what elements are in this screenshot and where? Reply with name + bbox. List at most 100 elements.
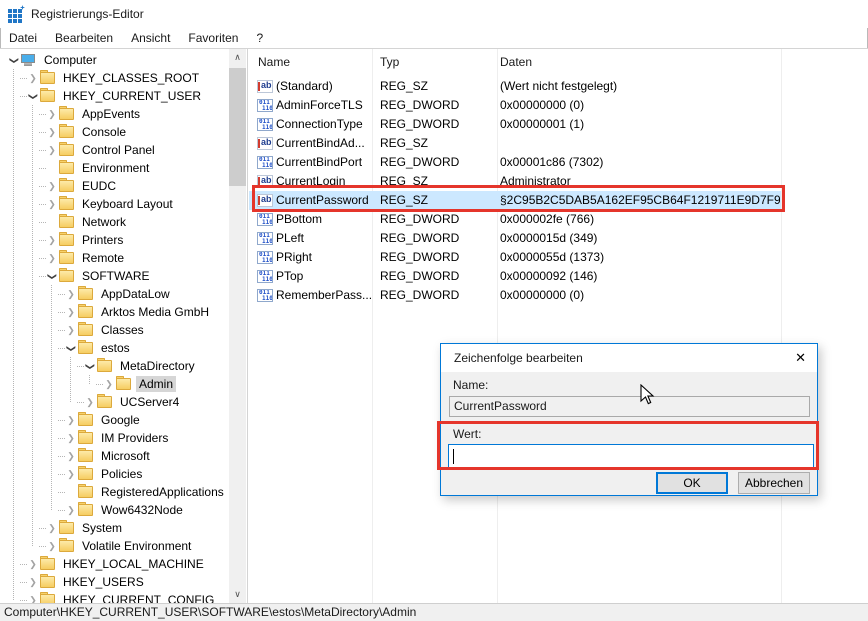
value-row-rememberpass[interactable]: RememberPass...REG_DWORD0x00000000 (0) [249, 286, 781, 305]
tree-item-ucserver4[interactable]: UCServer4 [0, 393, 228, 411]
tree-connector [39, 528, 46, 529]
tree-item-label: HKEY_CLASSES_ROOT [60, 70, 202, 86]
tree-item-network[interactable]: Network [0, 213, 228, 231]
tree-item-microsoft[interactable]: Microsoft [0, 447, 228, 465]
chevron-collapsed-icon[interactable] [65, 324, 77, 336]
tree-item-control-panel[interactable]: Control Panel [0, 141, 228, 159]
tree-item-metadirectory[interactable]: MetaDirectory [0, 357, 228, 375]
value-row-pleft[interactable]: PLeftREG_DWORD0x0000015d (349) [249, 229, 781, 248]
column-header-type[interactable]: Typ [380, 49, 399, 75]
tree-item-estos[interactable]: estos [0, 339, 228, 357]
tree-item-hkey-current-config[interactable]: HKEY_CURRENT_CONFIG [0, 591, 228, 603]
chevron-collapsed-icon[interactable] [84, 396, 96, 408]
value-row-pbottom[interactable]: PBottomREG_DWORD0x000002fe (766) [249, 210, 781, 229]
value-row-connectiontype[interactable]: ConnectionTypeREG_DWORD0x00000001 (1) [249, 115, 781, 134]
registry-key-folder-icon [78, 468, 93, 480]
tree-connector [39, 186, 46, 187]
tree-item-hkey-users[interactable]: HKEY_USERS [0, 573, 228, 591]
tree-item-label: IM Providers [98, 430, 171, 446]
chevron-collapsed-icon[interactable] [27, 558, 39, 570]
value-row-ptop[interactable]: PTopREG_DWORD0x00000092 (146) [249, 267, 781, 286]
column-header-data[interactable]: Daten [500, 49, 532, 75]
scrollbar-thumb[interactable] [229, 68, 246, 186]
dword-value-icon [257, 99, 273, 112]
chevron-collapsed-icon[interactable] [46, 540, 58, 552]
tree-item-hkey-local-machine[interactable]: HKEY_LOCAL_MACHINE [0, 555, 228, 573]
tree-item-registeredapplications[interactable]: RegisteredApplications [0, 483, 228, 501]
chevron-collapsed-icon[interactable] [27, 72, 39, 84]
chevron-collapsed-icon[interactable] [46, 180, 58, 192]
chevron-expanded-icon[interactable] [8, 54, 20, 66]
chevron-collapsed-icon[interactable] [103, 378, 115, 390]
chevron-collapsed-icon[interactable] [46, 234, 58, 246]
column-header-name[interactable]: Name [258, 49, 290, 75]
value-type: REG_DWORD [380, 210, 459, 229]
scroll-up-icon[interactable]: ∧ [229, 49, 246, 66]
close-icon[interactable] [795, 344, 806, 372]
tree-item-classes[interactable]: Classes [0, 321, 228, 339]
tree-connector [77, 366, 84, 367]
menu-item-ansicht[interactable]: Ansicht [122, 28, 179, 48]
panel-divider[interactable] [247, 49, 248, 603]
ok-button[interactable]: OK [656, 472, 728, 494]
tree-item-computer[interactable]: Computer [0, 51, 228, 69]
tree-item-appevents[interactable]: AppEvents [0, 105, 228, 123]
tree-item-system[interactable]: System [0, 519, 228, 537]
tree-item-remote[interactable]: Remote [0, 249, 228, 267]
tree-item-eudc[interactable]: EUDC [0, 177, 228, 195]
chevron-collapsed-icon[interactable] [46, 108, 58, 120]
menu-item-bearbeiten[interactable]: Bearbeiten [46, 28, 122, 48]
title-bar: Registrierungs-Editor [0, 0, 868, 28]
chevron-expanded-icon[interactable] [65, 342, 77, 354]
chevron-collapsed-icon[interactable] [27, 576, 39, 588]
chevron-collapsed-icon[interactable] [46, 198, 58, 210]
value-row-pright[interactable]: PRightREG_DWORD0x0000055d (1373) [249, 248, 781, 267]
chevron-collapsed-icon[interactable] [65, 306, 77, 318]
chevron-collapsed-icon[interactable] [46, 126, 58, 138]
value-row-currentbindport[interactable]: CurrentBindPortREG_DWORD0x00001c86 (7302… [249, 153, 781, 172]
tree-item-printers[interactable]: Printers [0, 231, 228, 249]
value-row-adminforcetls[interactable]: AdminForceTLSREG_DWORD0x00000000 (0) [249, 96, 781, 115]
chevron-collapsed-icon[interactable] [65, 414, 77, 426]
chevron-collapsed-icon[interactable] [46, 144, 58, 156]
value-row-currentbindad[interactable]: CurrentBindAd...REG_SZ [249, 134, 781, 153]
chevron-collapsed-icon[interactable] [65, 450, 77, 462]
chevron-collapsed-icon[interactable] [27, 594, 39, 603]
cancel-button[interactable]: Abbrechen [738, 472, 810, 494]
tree-item-label: Wow6432Node [98, 502, 186, 518]
tree-item-wow6432node[interactable]: Wow6432Node [0, 501, 228, 519]
tree-connector [58, 294, 65, 295]
chevron-collapsed-icon[interactable] [65, 468, 77, 480]
tree-item-appdatalow[interactable]: AppDataLow [0, 285, 228, 303]
scroll-down-icon[interactable]: ∨ [229, 586, 246, 603]
tree-connector [96, 384, 103, 385]
chevron-collapsed-icon[interactable] [65, 504, 77, 516]
chevron-collapsed-icon[interactable] [65, 288, 77, 300]
tree-item-console[interactable]: Console [0, 123, 228, 141]
tree-item-hkey-current-user[interactable]: HKEY_CURRENT_USER [0, 87, 228, 105]
chevron-expanded-icon[interactable] [84, 360, 96, 372]
edit-string-dialog: Zeichenfolge bearbeiten Name: CurrentPas… [440, 343, 818, 496]
tree-item-arktos-media-gmbh[interactable]: Arktos Media GmbH [0, 303, 228, 321]
tree-item-environment[interactable]: Environment [0, 159, 228, 177]
chevron-collapsed-icon[interactable] [46, 522, 58, 534]
tree-item-admin[interactable]: Admin [0, 375, 228, 393]
menu-item-[interactable]: ? [247, 28, 272, 48]
tree-item-google[interactable]: Google [0, 411, 228, 429]
chevron-expanded-icon[interactable] [46, 270, 58, 282]
tree-item-keyboard-layout[interactable]: Keyboard Layout [0, 195, 228, 213]
menu-item-datei[interactable]: Datei [0, 28, 46, 48]
tree-item-volatile-environment[interactable]: Volatile Environment [0, 537, 228, 555]
tree-item-policies[interactable]: Policies [0, 465, 228, 483]
menu-item-favoriten[interactable]: Favoriten [179, 28, 247, 48]
registry-key-folder-icon [59, 540, 74, 552]
tree-item-software[interactable]: SOFTWARE [0, 267, 228, 285]
chevron-expanded-icon[interactable] [27, 90, 39, 102]
value-row-standard[interactable]: (Standard)REG_SZ(Wert nicht festgelegt) [249, 77, 781, 96]
chevron-collapsed-icon[interactable] [65, 432, 77, 444]
value-data: 0x00000001 (1) [500, 115, 584, 134]
tree-item-im-providers[interactable]: IM Providers [0, 429, 228, 447]
tree-item-hkey-classes-root[interactable]: HKEY_CLASSES_ROOT [0, 69, 228, 87]
chevron-collapsed-icon[interactable] [46, 252, 58, 264]
tree-scrollbar[interactable]: ∧ ∨ [229, 49, 246, 603]
